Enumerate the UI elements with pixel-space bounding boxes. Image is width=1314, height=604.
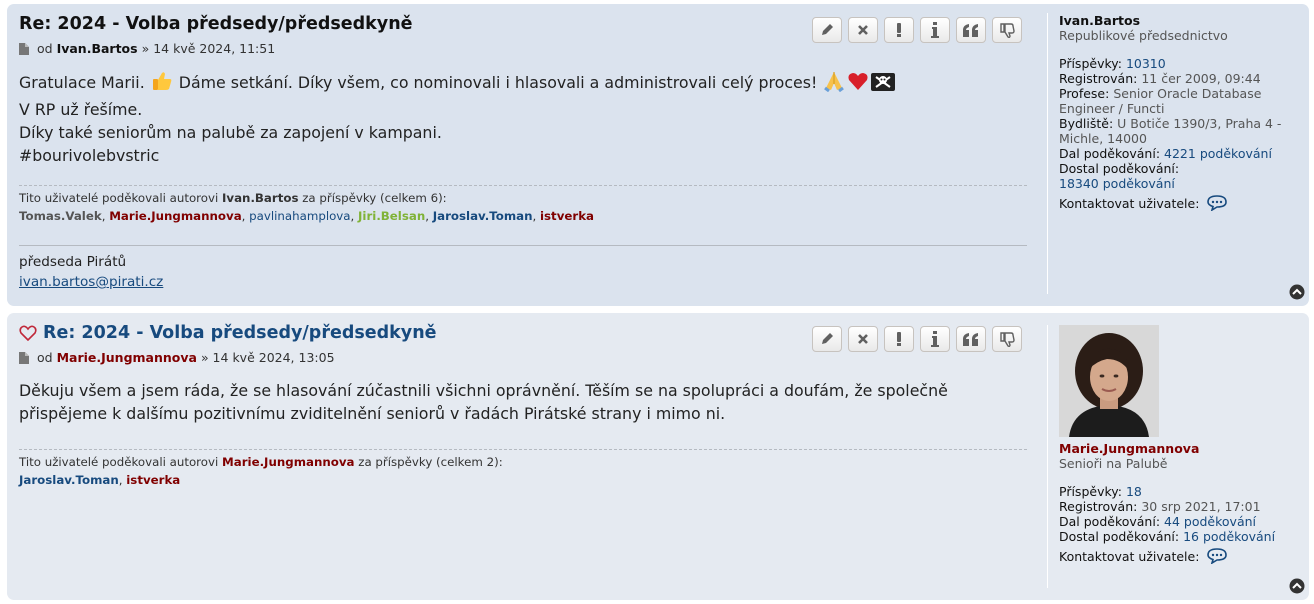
thumbs-down-icon <box>999 22 1015 38</box>
pencil-icon <box>822 333 833 344</box>
profile-rank: Senioři na Palubě <box>1059 456 1168 471</box>
thanks-user[interactable]: Jaroslav.Toman <box>19 473 119 487</box>
signature-email-link[interactable]: ivan.bartos@pirati.cz <box>19 274 163 290</box>
author-profile: Marie.Jungmannova Senioři na Palubě Přís… <box>1047 325 1309 588</box>
post-author[interactable]: Marie.Jungmannova <box>57 350 197 365</box>
thanks-user[interactable]: Tomas.Valek <box>19 209 102 223</box>
quote-button[interactable] <box>956 326 986 352</box>
back-to-top-icon[interactable] <box>1289 578 1305 594</box>
post-icon[interactable] <box>19 43 29 55</box>
thanks-box: Tito uživatelé poděkovali autorovi Ivan.… <box>19 185 1027 225</box>
profile-profession: Profese: Senior Oracle Database Engineer… <box>1059 86 1262 116</box>
exclamation-icon <box>897 23 901 37</box>
info-button[interactable] <box>920 326 950 352</box>
profile-username[interactable]: Marie.Jungmannova <box>1059 441 1309 456</box>
profile-posts: Příspěvky: 10310 <box>1059 56 1166 71</box>
profile-registered: Registrován: 11 čer 2009, 09:44 <box>1059 71 1261 86</box>
thumbs-up-icon <box>151 70 173 98</box>
profile-thanks-given: Dal poděkování: 4221 poděkování <box>1059 146 1272 161</box>
thanks-user[interactable]: Jiri.Belsan <box>358 209 425 223</box>
info-icon <box>931 331 939 347</box>
meta-prefix: od <box>37 350 53 365</box>
thanks-received-link[interactable]: 18340 poděkování <box>1059 176 1175 191</box>
thanks-received-link[interactable]: 16 poděkování <box>1183 529 1275 544</box>
chat-bubble-icon[interactable] <box>1207 195 1228 212</box>
red-heart-icon <box>847 70 869 98</box>
thanks-author[interactable]: Marie.Jungmannova <box>222 455 354 469</box>
close-icon <box>858 25 868 35</box>
thanks-header: Tito uživatelé poděkovali autorovi Marie… <box>19 455 503 469</box>
content-line: #bourivolebvstric <box>19 146 160 165</box>
profile-thanks-received: Dostal poděkování: 16 poděkování <box>1059 529 1276 544</box>
thanks-author[interactable]: Ivan.Bartos <box>222 191 298 205</box>
profile-thanks-given: Dal poděkování: 44 poděkování <box>1059 514 1257 529</box>
signature: předseda Pirátů ivan.bartos@pirati.cz <box>19 245 1027 292</box>
close-icon <box>858 334 868 344</box>
back-to-top-icon[interactable] <box>1289 284 1305 300</box>
profile-contact: Kontaktovat uživatele: <box>1059 548 1309 565</box>
author-profile: Ivan.Bartos Republikové předsednictvo Př… <box>1047 13 1309 294</box>
report-button[interactable] <box>884 17 914 43</box>
quote-button[interactable] <box>956 17 986 43</box>
post-content: Gratulace Marii. Dáme setkání. Díky všem… <box>19 70 1027 167</box>
chat-bubble-icon[interactable] <box>1207 548 1228 565</box>
unread-heart-icon <box>19 325 37 341</box>
profile-posts-link[interactable]: 10310 <box>1126 56 1166 71</box>
thanks-given-link[interactable]: 44 poděkování <box>1164 514 1256 529</box>
post-body: Re: 2024 - Volba předsedy/předsedkyně od… <box>19 12 1027 292</box>
info-button[interactable] <box>920 17 950 43</box>
post-date: » 14 kvě 2024, 13:05 <box>200 350 335 365</box>
thumbs-down-icon <box>999 331 1015 347</box>
dislike-button[interactable] <box>992 17 1022 43</box>
profile-registered: Registrován: 30 srp 2021, 17:01 <box>1059 499 1261 514</box>
delete-button[interactable] <box>848 326 878 352</box>
info-icon <box>931 22 939 38</box>
edit-button[interactable] <box>812 17 842 43</box>
post-author[interactable]: Ivan.Bartos <box>57 41 138 56</box>
thanks-given-link[interactable]: 4221 poděkování <box>1164 146 1272 161</box>
thanks-user[interactable]: istverka <box>540 209 594 223</box>
signature-line: předseda Pirátů <box>19 254 127 270</box>
thanks-list: Jaroslav.Toman, istverka <box>19 473 181 487</box>
content-line: Gratulace Marii. Dáme setkání. Díky všem… <box>19 70 1027 98</box>
pencil-icon <box>822 24 833 35</box>
post-content: Děkuju všem a jsem ráda, že se hlasování… <box>19 379 1027 425</box>
profile-rank: Republikové předsednictvo <box>1059 28 1228 43</box>
quote-icon <box>963 23 978 37</box>
profile-contact: Kontaktovat uživatele: <box>1059 195 1309 212</box>
post-buttons <box>812 17 1022 43</box>
profile-thanks-received: Dostal poděkování: 18340 poděkování <box>1059 161 1180 191</box>
content-line: Děkuju všem a jsem ráda, že se hlasování… <box>19 381 948 400</box>
profile-username[interactable]: Ivan.Bartos <box>1059 13 1309 28</box>
praying-hands-icon <box>823 70 845 98</box>
avatar[interactable] <box>1059 325 1159 437</box>
dislike-button[interactable] <box>992 326 1022 352</box>
post: Re: 2024 - Volba předsedy/předsedkyně od… <box>7 4 1309 306</box>
profile-posts-link[interactable]: 18 <box>1126 484 1142 499</box>
thanks-user[interactable]: Marie.Jungmannova <box>109 209 241 223</box>
edit-button[interactable] <box>812 326 842 352</box>
exclamation-icon <box>897 332 901 346</box>
pirate-flag-icon <box>871 72 896 98</box>
profile-posts: Příspěvky: 18 <box>1059 484 1142 499</box>
content-line: přispějeme k dalšímu pozitivnímu zvidite… <box>19 404 726 423</box>
post-icon[interactable] <box>19 352 29 364</box>
thanks-box: Tito uživatelé poděkovali autorovi Marie… <box>19 449 1027 489</box>
post-date: » 14 kvě 2024, 11:51 <box>141 41 276 56</box>
thanks-user[interactable]: istverka <box>126 473 180 487</box>
content-line: V RP už řešíme. <box>19 100 143 119</box>
delete-button[interactable] <box>848 17 878 43</box>
meta-prefix: od <box>37 41 53 56</box>
thanks-user[interactable]: pavlinahamplova <box>249 209 350 223</box>
thanks-list: Tomas.Valek, Marie.Jungmannova, pavlinah… <box>19 209 595 223</box>
quote-icon <box>963 332 978 346</box>
thanks-user[interactable]: Jaroslav.Toman <box>433 209 533 223</box>
post: Re: 2024 - Volba předsedy/předsedkyně od… <box>7 313 1309 600</box>
thanks-header: Tito uživatelé poděkovali autorovi Ivan.… <box>19 191 447 205</box>
content-line: Díky také seniorům na palubě za zapojení… <box>19 123 442 142</box>
profile-residence: Bydliště: U Botiče 1390/3, Praha 4 - Mic… <box>1059 116 1282 146</box>
report-button[interactable] <box>884 326 914 352</box>
post-buttons <box>812 326 1022 352</box>
